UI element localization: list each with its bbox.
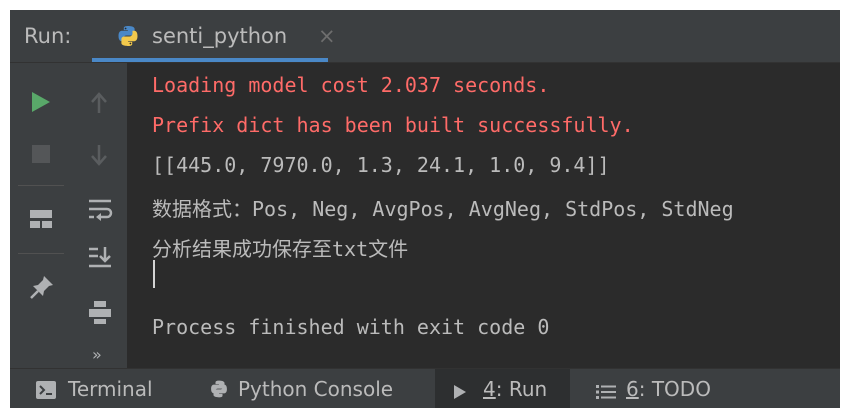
run-icon: [453, 381, 467, 405]
tab-terminal[interactable]: Terminal: [32, 369, 182, 408]
soft-wrap-icon[interactable]: [87, 197, 113, 225]
tab-label: 4: Run: [483, 377, 547, 401]
active-tab-indicator: [92, 58, 328, 62]
run-label: Run:: [24, 24, 72, 48]
tab-title: senti_python: [152, 24, 288, 48]
tab-python-console[interactable]: Python Console: [204, 369, 419, 408]
console-line: 数据格式：Pos, Neg, AvgPos, AvgNeg, StdPos, S…: [152, 197, 734, 221]
arrow-down-icon[interactable]: [89, 143, 109, 171]
tab-label: 6: TODO: [626, 377, 711, 401]
run-toolbar-secondary: »: [72, 63, 127, 368]
toolbar-divider: [18, 185, 64, 186]
layout-icon[interactable]: [29, 208, 53, 234]
tab-senti-python[interactable]: senti_python ×: [92, 10, 336, 62]
list-icon: [596, 381, 616, 405]
mnemonic: 6: [626, 377, 639, 401]
toolbar-divider: [18, 253, 64, 254]
arrow-up-icon[interactable]: [89, 91, 109, 119]
tab-run[interactable]: 4: Run: [435, 369, 570, 408]
console-line: 分析结果成功保存至txt文件: [152, 237, 409, 261]
stop-icon[interactable]: [31, 144, 51, 168]
python-icon: [116, 24, 140, 52]
console-line: [[445.0, 7970.0, 1.3, 24.1, 1.0, 9.4]]: [152, 153, 610, 177]
run-header: Run: senti_python ×: [10, 10, 840, 63]
run-tool-window: Run: senti_python × » Loading model cost…: [10, 10, 840, 408]
console-line: Prefix dict has been built successfully.: [152, 113, 634, 137]
text-cursor: [153, 260, 155, 288]
scroll-to-end-icon[interactable]: [87, 245, 113, 273]
tab-label: Terminal: [68, 377, 153, 401]
pin-icon[interactable]: [29, 274, 55, 304]
close-tab-icon[interactable]: ×: [318, 24, 336, 48]
tool-window-bar: Terminal Python Console 4: Run 6: TODO: [10, 368, 840, 408]
more-icon[interactable]: »: [92, 345, 102, 364]
play-icon[interactable]: [30, 90, 52, 118]
tab-label-text: : Run: [495, 377, 548, 401]
tab-todo[interactable]: 6: TODO: [586, 369, 726, 408]
run-toolbar-primary: [10, 63, 72, 368]
console-line: Process finished with exit code 0: [152, 315, 550, 339]
print-icon[interactable]: [87, 299, 113, 329]
terminal-icon: [36, 380, 56, 404]
tab-label: Python Console: [238, 377, 394, 401]
console-output[interactable]: Loading model cost 2.037 seconds. Prefix…: [127, 63, 840, 368]
console-line: Loading model cost 2.037 seconds.: [152, 73, 550, 97]
python-console-icon: [209, 379, 229, 404]
tab-label-text: : TODO: [638, 377, 711, 401]
mnemonic: 4: [483, 377, 496, 401]
